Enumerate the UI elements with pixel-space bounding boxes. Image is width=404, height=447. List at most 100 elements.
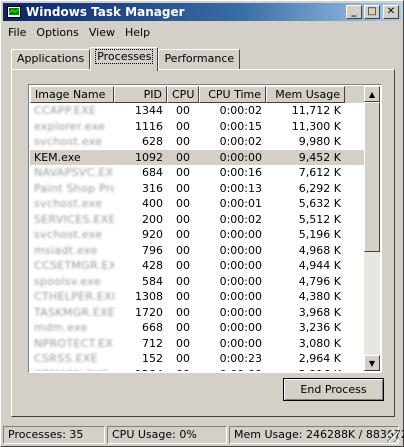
end-process-button[interactable]: End Process bbox=[283, 378, 384, 401]
title-bar[interactable]: Windows Task Manager _ □ ✕ bbox=[3, 3, 401, 21]
table-row[interactable]: Paint Shop Pro 316 00 0:00:13 6,292 K bbox=[30, 181, 364, 197]
process-cpu-time: 0:00:00 bbox=[219, 321, 262, 334]
process-image-name: KEM.exe bbox=[34, 150, 81, 164]
process-cpu-time: 0:00:00 bbox=[219, 150, 262, 164]
column-header-mem-usage[interactable]: Mem Usage bbox=[266, 86, 345, 103]
table-row[interactable]: SERVICES.EXE 200 00 0:00:02 5,512 K bbox=[30, 212, 364, 228]
process-cpu-time: 0:00:00 bbox=[219, 243, 262, 257]
process-mem-usage: 5,512 K bbox=[298, 212, 341, 226]
status-mem-usage: Mem Usage: 246288K / 883672K bbox=[229, 426, 404, 444]
process-image-name: svchost.exe bbox=[34, 197, 103, 210]
process-cpu-time: 0:00:00 bbox=[219, 305, 262, 319]
table-row[interactable]: NAVAPSVC.EXE 684 00 0:00:16 7,612 K bbox=[30, 165, 364, 181]
tab-performance[interactable]: Performance bbox=[158, 49, 241, 70]
menu-view[interactable]: View bbox=[84, 26, 120, 39]
menu-file[interactable]: File bbox=[3, 26, 31, 39]
process-mem-usage: 2,916 K bbox=[266, 367, 345, 372]
process-cpu: 00 bbox=[167, 367, 199, 372]
process-cpu: 00 bbox=[176, 135, 190, 148]
process-cpu-time: 0:00:00 bbox=[199, 367, 266, 372]
process-pid: 712 bbox=[142, 336, 163, 350]
process-image-name: NPROTECT.EXE bbox=[34, 336, 114, 350]
close-button[interactable]: ✕ bbox=[383, 5, 399, 19]
table-row[interactable]: explorer.exe 1116 00 0:00:15 11,300 K bbox=[30, 119, 364, 135]
table-row[interactable]: mdm.exe 668 00 0:00:00 3,236 K bbox=[30, 320, 364, 336]
column-header-cpu[interactable]: CPU bbox=[167, 86, 199, 103]
table-row[interactable]: svchost.exe 400 00 0:00:01 5,632 K bbox=[30, 196, 364, 212]
status-cpu-usage: CPU Usage: 0% bbox=[107, 426, 227, 444]
process-mem-usage: 5,196 K bbox=[298, 228, 341, 241]
process-cpu: 00 bbox=[176, 104, 190, 117]
process-cpu: 00 bbox=[176, 228, 190, 241]
table-row[interactable]: CTHELPER.EXE 1308 00 0:00:00 4,380 K bbox=[30, 289, 364, 305]
process-mem-usage: 11,300 K bbox=[291, 119, 341, 133]
process-image-name: explorer.exe bbox=[34, 119, 106, 133]
task-manager-icon bbox=[6, 5, 22, 19]
table-row[interactable]: CCAPP.EXE 1344 00 0:00:02 11,712 K bbox=[30, 103, 364, 119]
status-bar: Processes: 35 CPU Usage: 0% Mem Usage: 2… bbox=[3, 426, 404, 444]
menu-options[interactable]: Options bbox=[31, 26, 83, 39]
process-cpu-time: 0:00:00 bbox=[219, 228, 262, 241]
process-cpu: 00 bbox=[176, 150, 190, 164]
process-pid: 1116 bbox=[135, 119, 163, 133]
process-cpu-time: 0:00:01 bbox=[219, 197, 262, 210]
process-image-name: CCSETMGR.EXE bbox=[34, 259, 114, 272]
minimize-button[interactable]: _ bbox=[346, 5, 362, 19]
table-row[interactable]: spoolsv.exe 584 00 0:00:00 4,796 K bbox=[30, 274, 364, 290]
process-list-body: Image Name PID CPU CPU Time Mem Usage CC… bbox=[30, 86, 364, 371]
process-pid: 584 bbox=[142, 274, 163, 288]
process-pid: 1284 bbox=[114, 367, 167, 372]
process-cpu-time: 0:00:02 bbox=[219, 104, 262, 117]
process-pid: 668 bbox=[142, 321, 163, 334]
table-row[interactable]: svchost.exe 920 00 0:00:00 5,196 K bbox=[30, 227, 364, 243]
column-header-image-name[interactable]: Image Name bbox=[30, 86, 114, 103]
maximize-button[interactable]: □ bbox=[364, 5, 380, 19]
process-image-name: CTHELPER.EXE bbox=[34, 290, 114, 303]
process-mem-usage: 6,292 K bbox=[298, 181, 341, 195]
process-mem-usage: 3,080 K bbox=[298, 336, 341, 350]
arrow-up-icon: ▲ bbox=[368, 89, 376, 99]
process-cpu: 00 bbox=[176, 259, 190, 272]
table-row[interactable]: svchost.exe 628 00 0:00:02 9,980 K bbox=[30, 134, 364, 150]
table-row[interactable]: msiadt.exe 796 00 0:00:00 4,968 K bbox=[30, 243, 364, 259]
process-image-name: msiadt.exe bbox=[34, 243, 98, 257]
maximize-icon: □ bbox=[367, 6, 377, 17]
tab-applications-label: Applications bbox=[17, 52, 85, 65]
process-image-name: spoolsv.exe bbox=[34, 274, 101, 288]
column-header-cpu-time[interactable]: CPU Time bbox=[199, 86, 266, 103]
process-image-name: CCAPP.EXE bbox=[34, 104, 97, 117]
tab-applications[interactable]: Applications bbox=[11, 49, 91, 70]
process-mem-usage: 2,964 K bbox=[298, 352, 341, 365]
vertical-scrollbar[interactable]: ▲ ▼ bbox=[364, 86, 380, 371]
table-row[interactable]: CCSETMGR.EXE 428 00 0:00:00 4,944 K bbox=[30, 258, 364, 274]
scroll-up-button[interactable]: ▲ bbox=[364, 86, 380, 102]
process-mem-usage: 3,236 K bbox=[298, 321, 341, 334]
window-title: Windows Task Manager bbox=[26, 5, 185, 19]
process-cpu: 00 bbox=[176, 274, 190, 288]
table-row[interactable]: NPROTECT.EXE 712 00 0:00:00 3,080 K bbox=[30, 336, 364, 352]
process-pid: 428 bbox=[142, 259, 163, 272]
table-row[interactable]: TASKMGR.EXE 1720 00 0:00:00 3,968 K bbox=[30, 305, 364, 321]
resize-grip[interactable] bbox=[387, 430, 399, 442]
arrow-down-icon: ▼ bbox=[368, 358, 376, 368]
minimize-icon: _ bbox=[351, 6, 357, 17]
tab-strip: Applications Processes Performance bbox=[11, 47, 241, 71]
table-row[interactable]: CSRSS.EXE 152 00 0:00:23 2,964 K bbox=[30, 351, 364, 367]
table-row-selected[interactable]: KEM.exe 1092 00 0:00:00 9,452 K bbox=[30, 149, 364, 165]
table-row[interactable]: CTFMON.EXE1284000:00:002,916 K bbox=[30, 367, 364, 372]
process-mem-usage: 7,612 K bbox=[298, 166, 341, 179]
process-mem-usage: 5,632 K bbox=[298, 197, 341, 210]
process-mem-usage: 9,452 K bbox=[298, 150, 341, 164]
process-image-name: TASKMGR.EXE bbox=[34, 305, 114, 319]
column-header-pid[interactable]: PID bbox=[114, 86, 167, 103]
process-cpu-time: 0:00:00 bbox=[219, 274, 262, 288]
process-cpu-time: 0:00:00 bbox=[219, 259, 262, 272]
scroll-thumb[interactable] bbox=[364, 102, 380, 252]
process-image-name: CTFMON.EXE bbox=[30, 367, 114, 372]
scroll-down-button[interactable]: ▼ bbox=[364, 355, 380, 371]
tab-processes[interactable]: Processes bbox=[90, 47, 159, 71]
process-mem-usage: 4,968 K bbox=[298, 243, 341, 257]
process-image-name: SERVICES.EXE bbox=[34, 212, 114, 226]
menu-help[interactable]: Help bbox=[120, 26, 155, 39]
process-list[interactable]: Image Name PID CPU CPU Time Mem Usage CC… bbox=[28, 84, 382, 373]
